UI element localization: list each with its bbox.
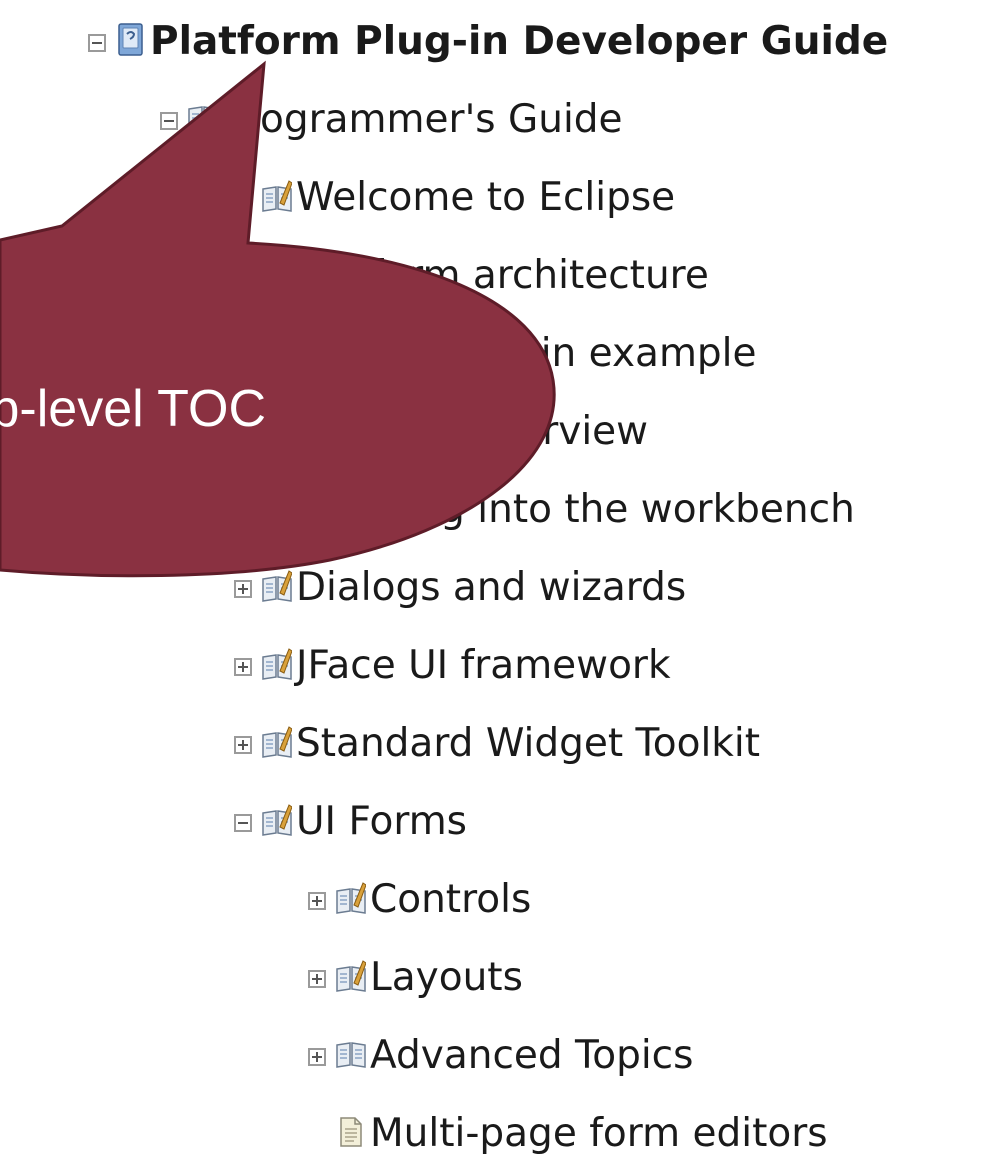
tree-node-label: Multi-page form editors (370, 1111, 828, 1156)
expand-toggle-icon[interactable] (234, 658, 252, 676)
book-edit-icon (262, 179, 293, 213)
tree-node-label: Welcome to Eclipse (296, 175, 676, 220)
tree-node-label: UI Forms (296, 799, 468, 844)
tree-node-label: Programmer's Guide (222, 97, 623, 142)
collapse-toggle-icon[interactable] (234, 814, 252, 832)
collapse-toggle-icon[interactable] (234, 268, 252, 286)
tree-node-label: Simple plug-in example (296, 331, 757, 376)
tree-node-label: Platform Plug-in Developer Guide (150, 19, 889, 64)
page-icon (336, 1115, 366, 1149)
book-edit-icon (262, 569, 293, 603)
help-book-icon (116, 23, 146, 57)
book-edit-icon (262, 413, 293, 447)
tree-node-label: Layouts (370, 955, 523, 1000)
collapse-toggle-icon[interactable] (234, 424, 252, 442)
book-edit-icon (336, 881, 367, 915)
book-edit-icon (262, 257, 293, 291)
book-edit-icon (262, 725, 293, 759)
collapse-toggle-icon[interactable] (234, 346, 252, 364)
book-edit-icon (336, 959, 367, 993)
book-icon (188, 101, 218, 135)
expand-toggle-icon[interactable] (308, 970, 326, 988)
tree-node-label: JFace UI framework (296, 643, 671, 688)
expand-toggle-icon[interactable] (234, 736, 252, 754)
tree-node-label: Platform architecture (296, 253, 709, 298)
book-icon (336, 1037, 366, 1071)
book-edit-icon (262, 803, 293, 837)
tree-node-label: Standard Widget Toolkit (296, 721, 761, 766)
toc-tree: Platform Plug-in Developer Guide Program… (0, 0, 1006, 1156)
collapse-toggle-icon[interactable] (234, 502, 252, 520)
expand-toggle-icon[interactable] (308, 892, 326, 910)
expand-toggle-icon[interactable] (234, 580, 252, 598)
tree-node-label: Plugging into the workbench (296, 487, 855, 532)
collapse-toggle-icon[interactable] (160, 112, 178, 130)
tree-node-label: Runtime overview (296, 409, 649, 454)
book-edit-icon (262, 335, 293, 369)
book-edit-icon (262, 491, 293, 525)
collapse-toggle-icon[interactable] (88, 34, 106, 52)
collapse-toggle-icon[interactable] (234, 190, 252, 208)
tree-node-label: Dialogs and wizards (296, 565, 687, 610)
tree-node-label: Controls (370, 877, 532, 922)
book-edit-icon (262, 647, 293, 681)
expand-toggle-icon[interactable] (308, 1048, 326, 1066)
tree-node-label: Advanced Topics (370, 1033, 694, 1078)
